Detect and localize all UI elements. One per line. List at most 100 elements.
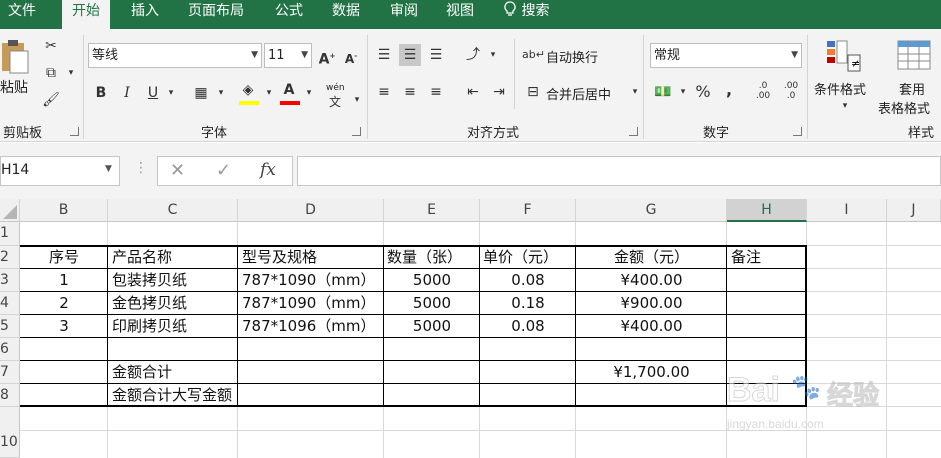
conditional-dropdown-icon[interactable]: ▾ [834,95,856,117]
fill-color-icon[interactable]: ◈ [237,79,259,101]
cell-c4[interactable]: 金色拷贝纸 [108,292,238,315]
cell-g2[interactable]: 金额（元） [576,246,727,269]
cancel-icon[interactable]: ✕ [170,160,185,181]
column-header-h[interactable]: H [727,199,807,222]
column-header-d[interactable]: D [238,199,384,222]
merge-center-button[interactable]: 合并后居中 [546,84,611,103]
increase-indent-icon[interactable]: ⇥ [488,81,510,103]
row-header-2[interactable]: 2 [0,246,20,269]
align-middle-icon[interactable]: ☰ [399,44,421,66]
cell-d3[interactable]: 787*1090（mm） [238,269,384,292]
row-header-1[interactable]: 1 [0,222,20,246]
phonetic-icon[interactable]: 文 [324,91,346,113]
name-box[interactable]: H14 ▼ [0,156,120,186]
italic-button[interactable]: I [116,82,138,104]
alignment-launcher-icon[interactable] [629,127,638,136]
tab-file[interactable]: 文件 [8,0,36,29]
cell-f5[interactable]: 0.08 [480,315,576,338]
tab-view[interactable]: 视图 [446,0,474,29]
comma-button[interactable]: , [718,79,740,101]
merge-center-icon[interactable]: ⊟ [522,81,544,103]
cell-f4[interactable]: 0.18 [480,292,576,315]
cell-d5[interactable]: 787*1096（mm） [238,315,384,338]
phonetic-dropdown-icon[interactable]: ▾ [346,89,368,111]
cell-g3[interactable]: ¥400.00 [576,269,727,292]
orientation-dropdown-icon[interactable]: ▾ [482,44,504,66]
tab-search[interactable]: 搜索 [503,0,549,29]
column-header-j[interactable]: J [887,199,941,222]
paste-icon[interactable] [0,37,30,75]
align-bottom-icon[interactable]: ☰ [425,44,447,66]
font-launcher-icon[interactable] [352,127,361,136]
percent-button[interactable]: % [692,81,714,103]
cell-g4[interactable]: ¥900.00 [576,292,727,315]
decrease-indent-icon[interactable]: ⇤ [462,81,484,103]
tab-formulas[interactable]: 公式 [275,0,303,29]
row-header-6[interactable]: 6 [0,338,20,361]
increase-decimal-icon[interactable]: .0.00 [752,81,774,103]
border-icon[interactable]: ▦ [190,82,212,104]
cell-e5[interactable]: 5000 [384,315,480,338]
tab-home[interactable]: 开始 [62,0,110,29]
cell-b5[interactable]: 3 [20,315,108,338]
cell-c2[interactable]: 产品名称 [108,246,238,269]
bold-button[interactable]: B [90,82,112,104]
cell-h2[interactable]: 备注 [727,246,807,269]
format-as-table-line2[interactable]: 表格格式 [878,98,930,117]
row-header-8[interactable]: 8 [0,384,20,407]
cell-b3[interactable]: 1 [20,269,108,292]
cell-d4[interactable]: 787*1090（mm） [238,292,384,315]
cell-g7[interactable]: ¥1,700.00 [576,361,727,384]
row-header-10[interactable]: 10 [0,431,20,458]
align-top-icon[interactable]: ☰ [373,44,395,66]
copy-dropdown-icon[interactable]: ▾ [60,62,82,84]
cell-c3[interactable]: 包装拷贝纸 [108,269,238,292]
column-header-i[interactable]: I [807,199,887,222]
conditional-formatting-icon[interactable]: ≠ [826,39,862,73]
decrease-decimal-icon[interactable]: .00.0 [780,81,802,103]
cut-icon[interactable]: ✂ [40,35,62,57]
format-painter-icon[interactable]: 🖌 [40,89,62,111]
row-header-7[interactable]: 7 [0,361,20,384]
font-color-icon[interactable]: A [278,79,300,101]
column-header-f[interactable]: F [480,199,576,222]
cell-d2[interactable]: 型号及规格 [238,246,384,269]
column-header-g[interactable]: G [576,199,727,222]
insert-function-button[interactable]: fx [260,160,276,180]
row-header-9[interactable] [0,407,20,431]
clipboard-launcher-icon[interactable] [70,127,79,136]
tab-data[interactable]: 数据 [332,0,360,29]
cell-c8[interactable]: 金额合计大写金额 [108,384,308,407]
decrease-font-icon[interactable]: A- [340,45,362,67]
cell-b2[interactable]: 序号 [20,246,108,269]
font-color-dropdown-icon[interactable]: ▾ [298,82,320,104]
orientation-icon[interactable]: ⤴ [462,44,484,66]
underline-dropdown-icon[interactable]: ▾ [160,82,182,104]
format-as-table-line1[interactable]: 套用 [899,79,925,98]
cell-e3[interactable]: 5000 [384,269,480,292]
number-launcher-icon[interactable] [793,127,802,136]
column-header-c[interactable]: C [108,199,238,222]
formula-input[interactable] [297,156,941,186]
column-header-e[interactable]: E [384,199,480,222]
fill-dropdown-icon[interactable]: ▾ [258,82,280,104]
copy-icon[interactable]: ⧉ [40,62,62,84]
cell-c7[interactable]: 金额合计 [108,361,238,384]
border-dropdown-icon[interactable]: ▾ [210,82,232,104]
increase-font-icon[interactable]: A+ [316,45,338,68]
chevron-down-icon[interactable]: ▼ [105,164,112,174]
cell-f3[interactable]: 0.08 [480,269,576,292]
cell-e2[interactable]: 数量（张） [384,246,480,269]
cell-c5[interactable]: 印刷拷贝纸 [108,315,238,338]
align-center-icon[interactable]: ≡ [399,81,421,103]
tab-insert[interactable]: 插入 [131,0,159,29]
tab-review[interactable]: 审阅 [390,0,418,29]
cell-g5[interactable]: ¥400.00 [576,315,727,338]
align-left-icon[interactable]: ≡ [373,81,395,103]
cell-b4[interactable]: 2 [20,292,108,315]
format-as-table-icon[interactable] [896,39,932,73]
font-size-combo[interactable]: 11 ▼ [264,43,312,68]
cell-e4[interactable]: 5000 [384,292,480,315]
row-header-5[interactable]: 5 [0,315,20,338]
enter-icon[interactable]: ✓ [216,160,231,181]
